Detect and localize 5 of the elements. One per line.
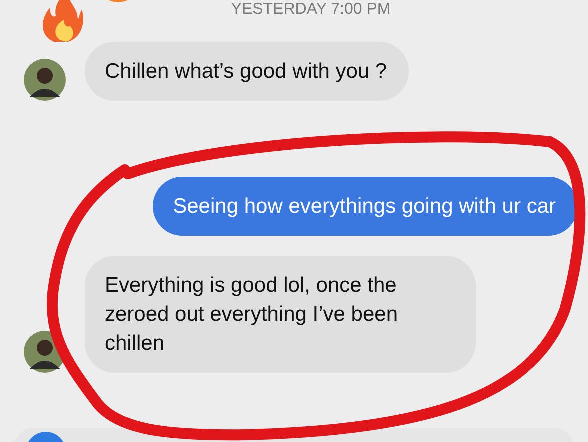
- avatar-icon: [24, 331, 66, 373]
- received-message: Everything is good lol, once the zeroed out everything I’ve been chillen: [85, 256, 476, 373]
- timestamp: YESTERDAY 7:00 PM: [231, 1, 391, 19]
- avatar-icon: [24, 59, 66, 101]
- received-message: Chillen what’s good with you ?: [85, 42, 410, 101]
